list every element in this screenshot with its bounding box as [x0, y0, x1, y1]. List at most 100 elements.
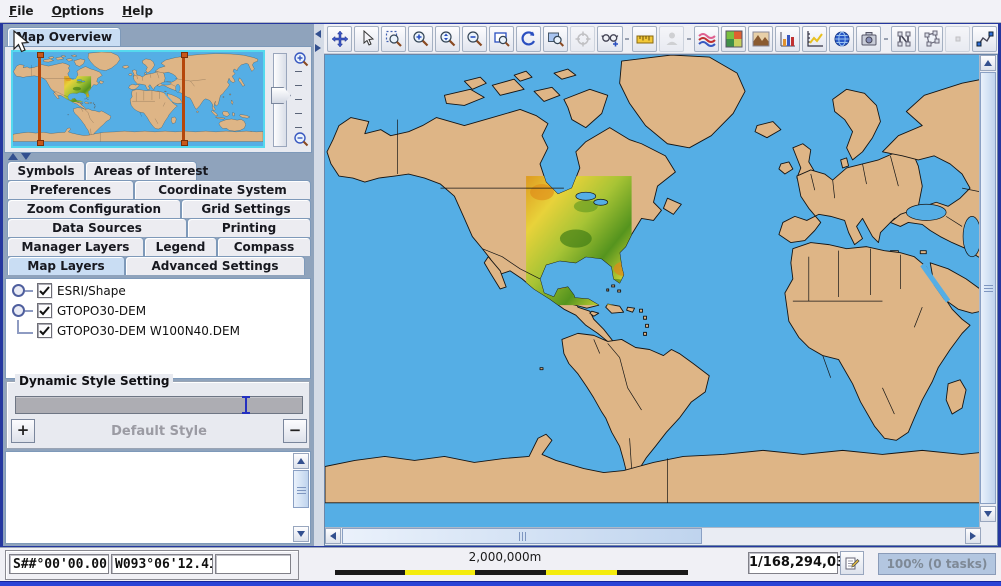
tab-compass[interactable]: Compass [217, 237, 311, 256]
refresh-button[interactable] [516, 26, 541, 52]
tree-item-esri-shape[interactable]: ESRI/Shape [6, 282, 310, 299]
layer-checkbox[interactable] [37, 323, 52, 338]
bar-chart-button[interactable] [775, 26, 800, 52]
view-extent-line-right[interactable] [182, 52, 185, 146]
add-view-button[interactable] [597, 26, 622, 52]
query-button[interactable] [543, 26, 568, 52]
tab-map-overview[interactable]: Map Overview [7, 27, 121, 47]
tab-data-sources[interactable]: Data Sources [7, 218, 187, 237]
zoom-in-button[interactable] [408, 26, 433, 52]
zoom-out-overview-icon[interactable] [293, 131, 309, 147]
zoom-out-button[interactable] [462, 26, 487, 52]
locate-button[interactable] [570, 26, 595, 52]
splitter-expand-right-icon[interactable] [315, 44, 321, 52]
horizontal-splitter-buttons[interactable] [8, 153, 48, 161]
zoom-dynamic-button[interactable] [435, 26, 460, 52]
select-button[interactable] [354, 26, 379, 52]
zoom-in-overview-icon[interactable] [293, 51, 309, 67]
dynamic-style-slider[interactable] [15, 396, 303, 414]
zoom-window-button[interactable] [381, 26, 406, 52]
tree-expand-handle-icon[interactable] [12, 304, 25, 317]
vertical-splitter[interactable] [314, 24, 324, 546]
tab-coordinate-system[interactable]: Coordinate System [134, 180, 311, 199]
remove-style-button[interactable]: − [283, 419, 307, 443]
menu-item-file[interactable]: File [0, 1, 43, 21]
tree-item-label[interactable]: ESRI/Shape [57, 284, 126, 298]
zoom-out-icon [466, 30, 484, 48]
dynamic-style-setting-group: Dynamic Style Setting + Default Style − [6, 381, 310, 449]
node-edit-button[interactable] [891, 26, 916, 52]
tab-legend[interactable]: Legend [144, 237, 217, 256]
tab-symbols[interactable]: Symbols [7, 161, 85, 180]
scroll-down-button[interactable] [980, 506, 996, 522]
measure-button[interactable] [632, 26, 657, 52]
layer-checkbox[interactable] [37, 303, 52, 318]
collapse-up-icon[interactable] [8, 153, 18, 160]
overview-zoom-slider[interactable] [265, 49, 309, 149]
raster-style-button[interactable] [721, 26, 746, 52]
tab-advanced-settings[interactable]: Advanced Settings [125, 256, 305, 275]
menu-bar: File Options Help [0, 0, 1001, 23]
overview-tab-row: Map Overview [7, 27, 121, 47]
snapshot-button[interactable] [856, 26, 881, 52]
arrow-up-icon [297, 458, 305, 464]
tab-preferences[interactable]: Preferences [7, 180, 134, 199]
tab-areas-of-interest[interactable]: Areas of Interest [85, 161, 197, 180]
tab-manager-layers[interactable]: Manager Layers [7, 237, 144, 256]
map-vertical-scrollbar[interactable] [979, 55, 997, 545]
slider-tick [295, 85, 302, 86]
map-horizontal-scrollbar[interactable] [325, 527, 981, 545]
application-window: File Options Help Map Overview [0, 0, 1001, 586]
scrollbar-thumb[interactable] [342, 528, 702, 544]
map-panel [324, 54, 998, 546]
tree-elbow-connector [17, 320, 33, 334]
scroll-right-button[interactable] [965, 528, 981, 544]
zoom-slider-thumb[interactable] [271, 87, 291, 104]
overview-map[interactable] [11, 50, 265, 148]
tab-zoom-configuration[interactable]: Zoom Configuration [7, 199, 181, 218]
tab-printing[interactable]: Printing [187, 218, 311, 237]
globe-button[interactable] [829, 26, 854, 52]
line-chart-button[interactable] [802, 26, 827, 52]
scroll-up-button[interactable] [293, 453, 309, 469]
tab-map-layers[interactable]: Map Layers [7, 256, 125, 275]
settings-tab-stack: Symbols Areas of Interest Preferences Co… [7, 161, 311, 275]
zoom-preview-button[interactable] [489, 26, 514, 52]
menu-item-options[interactable]: Options [43, 1, 114, 21]
terrain-icon [752, 30, 770, 48]
scroll-up-button[interactable] [980, 55, 996, 71]
tree-item-label[interactable]: GTOPO30-DEM [57, 304, 146, 318]
toolbar-separator [624, 26, 632, 52]
tree-item-label[interactable]: GTOPO30-DEM W100N40.DEM [57, 324, 240, 338]
tab-grid-settings[interactable]: Grid Settings [181, 199, 311, 218]
polygon-edit-button[interactable] [918, 26, 943, 52]
menu-item-help[interactable]: Help [113, 1, 162, 21]
tree-collapse-handle-icon[interactable] [12, 284, 25, 297]
toolbar [324, 24, 998, 54]
pan-button[interactable] [327, 26, 352, 52]
tab-row: Zoom Configuration Grid Settings [7, 199, 311, 218]
profile-button[interactable] [659, 26, 684, 52]
view-extent-line-left[interactable] [38, 52, 41, 146]
add-view-icon [601, 30, 619, 48]
tree-item-gtopo30-dem-file[interactable]: GTOPO30-DEM W100N40.DEM [6, 322, 310, 339]
splitter-collapse-left-icon[interactable] [315, 30, 321, 38]
layer-checkbox[interactable] [37, 283, 52, 298]
tree-connector [25, 290, 33, 292]
slider-tick [295, 99, 302, 100]
tree-item-gtopo30-dem[interactable]: GTOPO30-DEM [6, 302, 310, 319]
scrollbar-thumb[interactable] [293, 470, 309, 508]
edit-scale-button[interactable] [840, 551, 864, 575]
elevation-layers-button[interactable] [694, 26, 719, 52]
expand-down-icon[interactable] [21, 153, 31, 160]
main-map[interactable] [325, 55, 980, 527]
scale-ratio-field[interactable]: 1/168,294,033 [748, 552, 838, 574]
scroll-left-button[interactable] [325, 528, 341, 544]
add-style-button[interactable]: + [11, 419, 35, 443]
scroll-down-button[interactable] [293, 526, 309, 542]
scrollbar-thumb[interactable] [980, 72, 996, 504]
point-edit-button[interactable] [945, 26, 970, 52]
polyline-edit-button[interactable] [972, 26, 997, 52]
raster-icon [725, 30, 743, 48]
terrain-button[interactable] [748, 26, 773, 52]
